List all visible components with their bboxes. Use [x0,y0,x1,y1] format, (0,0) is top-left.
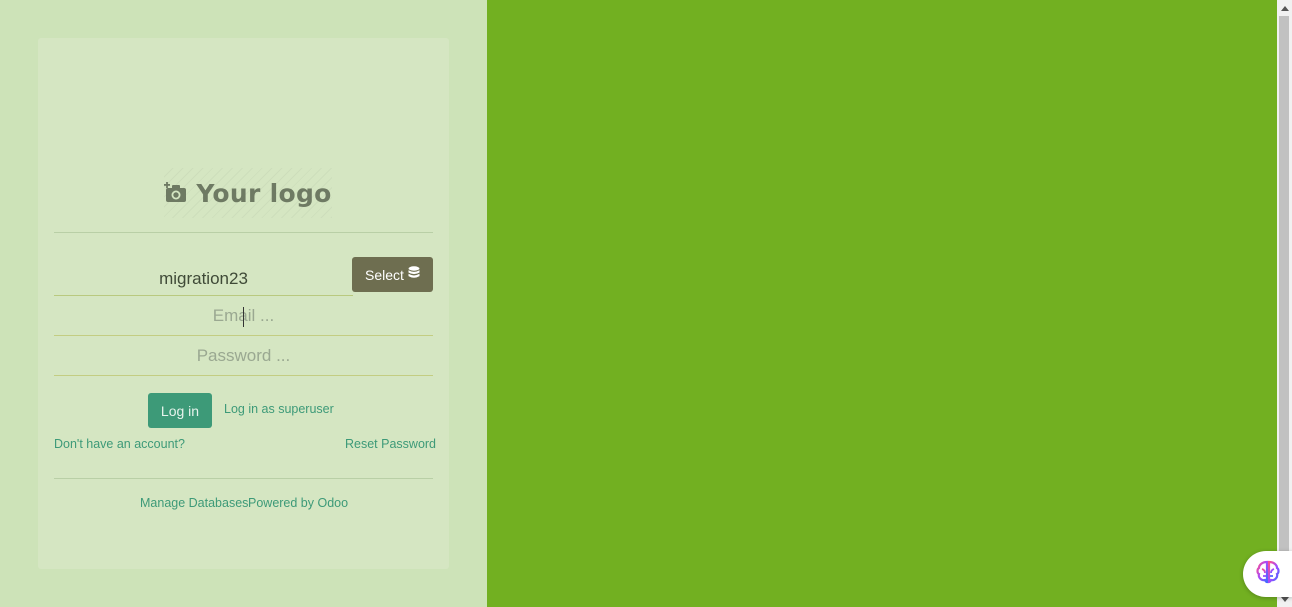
text-cursor [243,307,244,327]
login-panel: Your logo migration23 Select Log in Log … [0,0,487,607]
divider [54,232,433,233]
superuser-login-link[interactable]: Log in as superuser [224,402,334,416]
database-field: migration23 [54,262,353,296]
manage-databases-link[interactable]: Manage Databases [140,496,248,510]
logo-text: Your logo [196,178,332,208]
vertical-scrollbar[interactable] [1277,0,1292,607]
reset-password-link[interactable]: Reset Password [345,437,436,451]
company-logo: Your logo [164,168,332,218]
camera-add-icon [164,182,188,204]
brain-icon [1255,559,1281,589]
signup-link[interactable]: Don't have an account? [54,437,185,451]
divider [54,478,433,479]
database-icon [408,266,420,283]
assistant-widget[interactable] [1243,551,1292,597]
database-name: migration23 [159,268,248,288]
powered-by-odoo-link[interactable]: Powered by Odoo [248,496,348,510]
login-button[interactable]: Log in [148,393,212,428]
scrollbar-thumb[interactable] [1279,16,1289,591]
scroll-up-arrow-icon[interactable] [1279,2,1290,14]
login-label: Log in [160,402,200,419]
login-card: Your logo migration23 Select Log in Log … [38,38,449,569]
select-label: Select [365,266,404,283]
password-input[interactable] [54,337,433,376]
select-database-button[interactable]: Select [352,257,433,292]
